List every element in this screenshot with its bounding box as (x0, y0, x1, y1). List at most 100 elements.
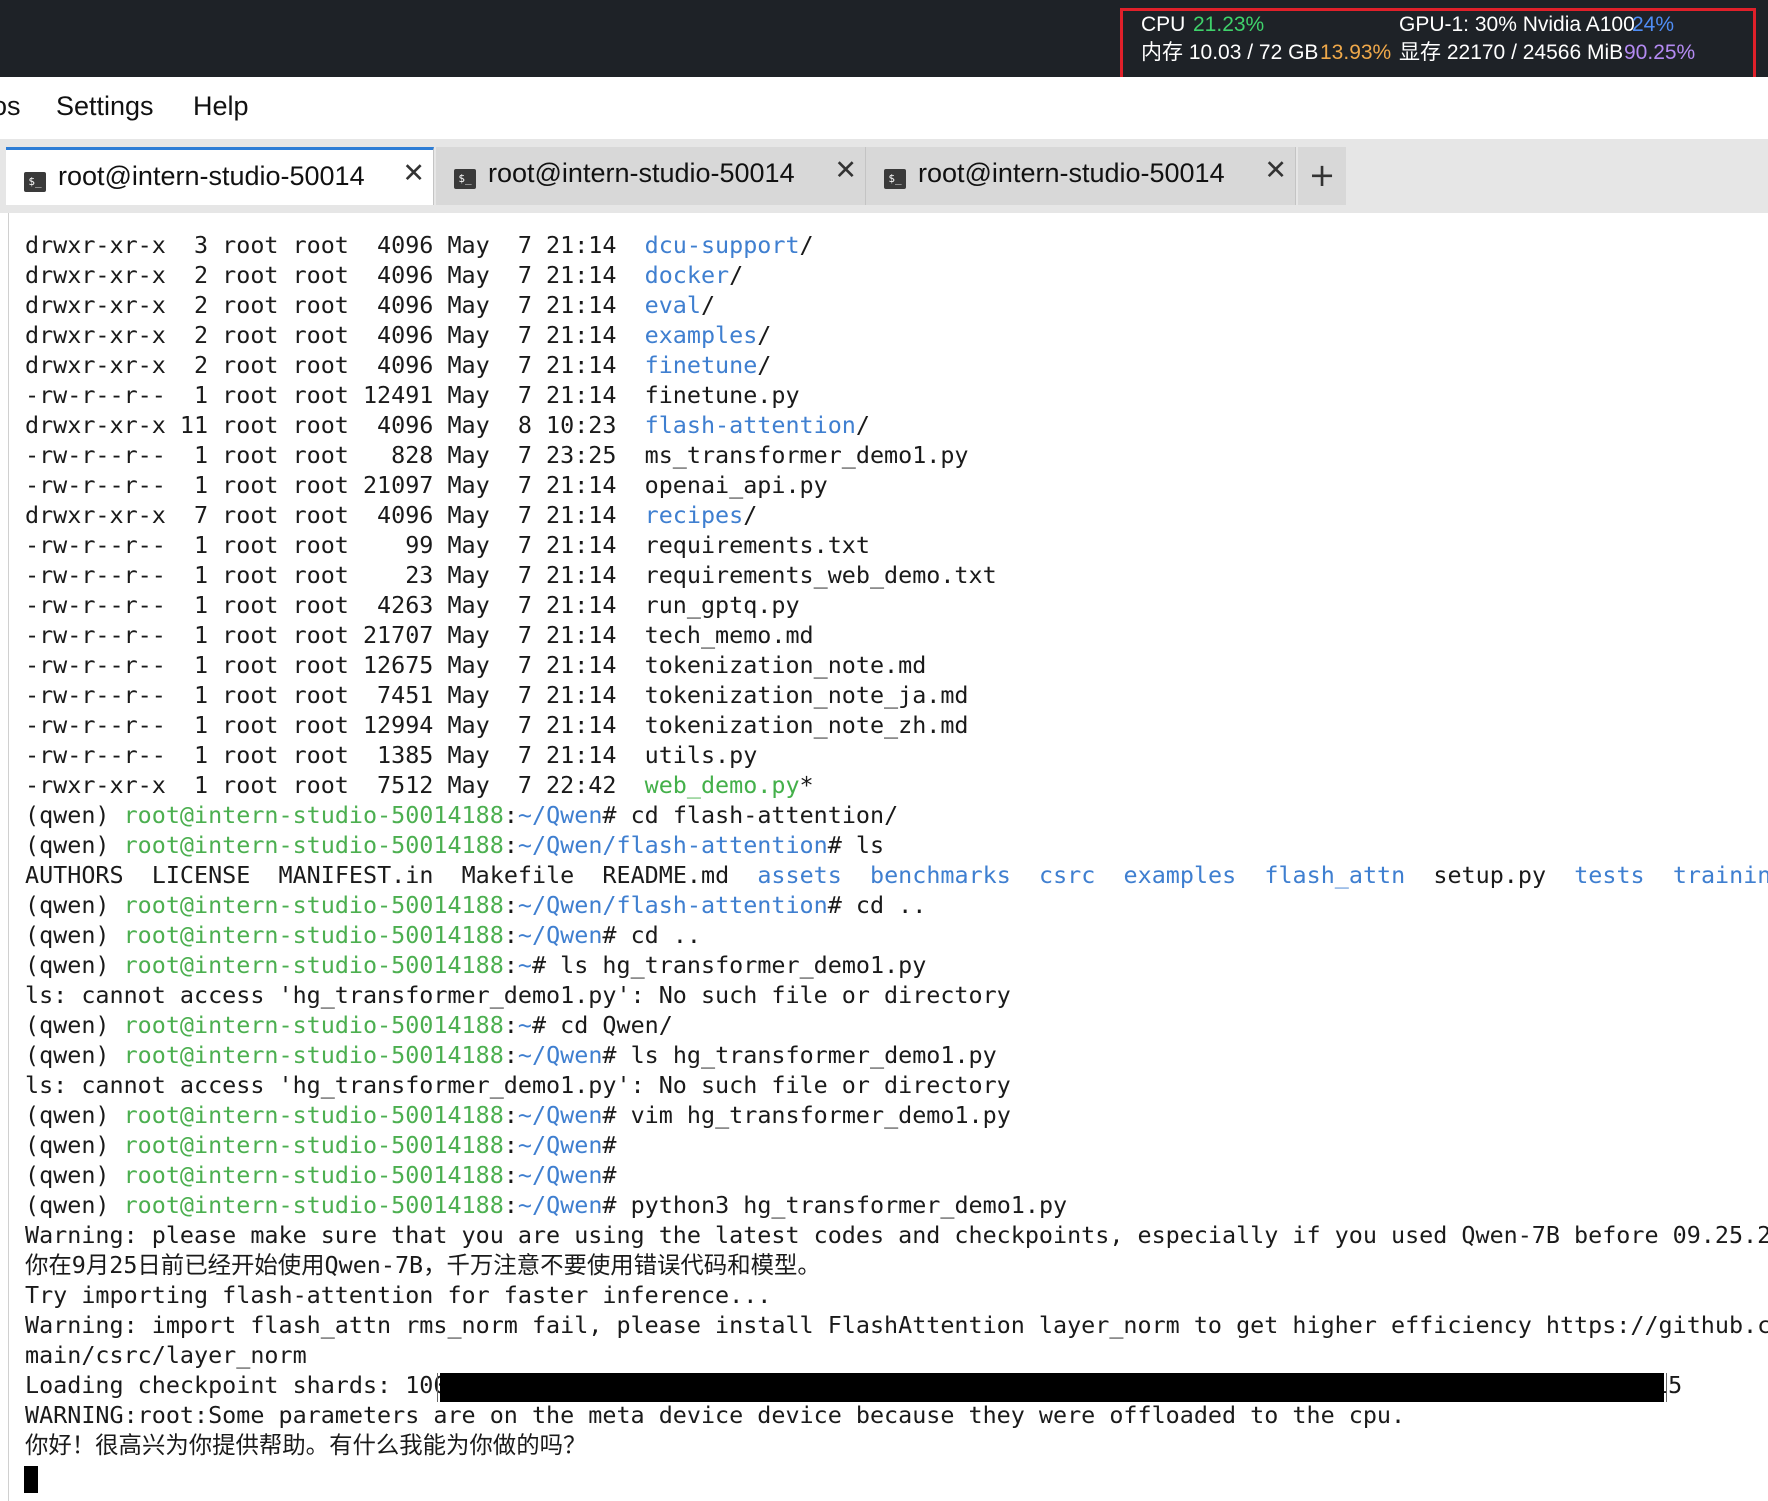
listing-meta: drwxr-xr-x 2 root root 4096 May 7 21:14 (25, 321, 645, 349)
file-name: tech_memo.md (644, 621, 814, 649)
output-text: ls: cannot access 'hg_transformer_demo1.… (25, 981, 1011, 1009)
file-name: README.md (602, 861, 730, 889)
conda-env: (qwen) (25, 1011, 124, 1039)
close-icon[interactable]: ✕ (1264, 155, 1287, 186)
file-name: LICENSE (151, 861, 251, 889)
terminal-icon: $_ (24, 172, 46, 192)
directory-name: flash_attn (1264, 861, 1406, 889)
command-text: python3 hg_transformer_demo1.py (616, 1191, 1068, 1219)
terminal-output[interactable]: drwxr-xr-x 3 root root 4096 May 7 21:14 … (8, 213, 1768, 1501)
listing-meta: drwxr-xr-x 3 root root 4096 May 7 21:14 (25, 231, 645, 259)
close-icon[interactable]: ✕ (402, 158, 425, 189)
prompt-sep: : (503, 1011, 518, 1039)
output-text: 你好！很高兴为你提供帮助。有什么我能为你做的吗？ (25, 1431, 587, 1459)
conda-env: (qwen) (25, 1041, 124, 1069)
conda-env: (qwen) (25, 1131, 124, 1159)
prompt-host: root@intern-studio-50014188 (123, 1041, 504, 1069)
listing-row: -rw-r--r-- 1 root root 1385 May 7 21:14 … (25, 740, 1768, 770)
prompt-sep: : (503, 951, 518, 979)
prompt-host: root@intern-studio-50014188 (123, 1101, 504, 1129)
memory-label: 内存 10.03 / 72 GB (1141, 41, 1319, 64)
menu-item-settings[interactable]: Settings (56, 91, 154, 122)
listing-meta: -rw-r--r-- 1 root root 1385 May 7 21:14 (25, 741, 645, 769)
conda-env: (qwen) (25, 1161, 124, 1189)
file-name: AUTHORS (25, 861, 124, 889)
conda-env: (qwen) (25, 1101, 124, 1129)
dir-suffix: / (743, 501, 758, 529)
dir-suffix: / (799, 231, 814, 259)
directory-name: dcu-support (644, 231, 800, 259)
prompt-sep: : (503, 891, 518, 919)
command-text: ls (841, 831, 885, 859)
output-line: Warning: please make sure that you are u… (25, 1220, 1768, 1250)
listing-row: -rw-r--r-- 1 root root 12491 May 7 21:14… (25, 380, 1768, 410)
output-text: Try importing flash-attention for faster… (25, 1281, 772, 1309)
listing-meta: -rw-r--r-- 1 root root 99 May 7 21:14 (25, 531, 645, 559)
directory-name: examples (644, 321, 758, 349)
listing-meta: drwxr-xr-x 2 root root 4096 May 7 21:14 (25, 351, 645, 379)
directory-name: recipes (644, 501, 744, 529)
ls-output-line: AUTHORS LICENSE MANIFEST.in Makefile REA… (25, 860, 1768, 890)
prompt-sep: : (503, 1101, 518, 1129)
listing-meta: drwxr-xr-x 7 root root 4096 May 7 21:14 (25, 501, 645, 529)
prompt-path: ~/Qwen/flash-attention (517, 831, 828, 859)
command-text: ls hg_transformer_demo1.py (546, 951, 927, 979)
listing-row: -rw-r--r-- 1 root root 23 May 7 21:14 re… (25, 560, 1768, 590)
conda-env: (qwen) (25, 801, 124, 829)
dir-suffix: / (729, 261, 744, 289)
command-text: cd .. (616, 921, 701, 949)
prompt-host: root@intern-studio-50014188 (123, 951, 504, 979)
prompt-line: (qwen) root@intern-studio-50014188:~/Qwe… (25, 1160, 1768, 1190)
listing-row: drwxr-xr-x 2 root root 4096 May 7 21:14 … (25, 290, 1768, 320)
directory-name: tests (1574, 861, 1645, 889)
prompt-line: (qwen) root@intern-studio-50014188:~/Qwe… (25, 830, 1768, 860)
gpu-label: GPU-1: 30% Nvidia A100 (1399, 13, 1635, 36)
exec-suffix: * (799, 771, 814, 799)
prompt-host: root@intern-studio-50014188 (123, 891, 504, 919)
prompt-path: ~ (517, 1011, 532, 1039)
prompt-line: (qwen) root@intern-studio-50014188:~# ls… (25, 950, 1768, 980)
prompt-line: (qwen) root@intern-studio-50014188:~/Qwe… (25, 1190, 1768, 1220)
prompt-path: ~/Qwen/flash-attention (517, 891, 828, 919)
file-name: openai_api.py (644, 471, 828, 499)
listing-row: -rw-r--r-- 1 root root 828 May 7 23:25 m… (25, 440, 1768, 470)
file-name: tokenization_note_zh.md (644, 711, 969, 739)
progress-bar-left-edge (437, 1373, 438, 1402)
listing-meta: -rw-r--r-- 1 root root 4263 May 7 21:14 (25, 591, 645, 619)
new-tab-button[interactable]: + (1298, 147, 1346, 205)
file-name: utils.py (644, 741, 758, 769)
prompt-path: ~/Qwen (517, 1101, 603, 1129)
resource-monitor: CPU 21.23% GPU-1: 30% Nvidia A100 24% 内存… (1120, 8, 1756, 80)
prompt-sep: : (503, 1041, 518, 1069)
prompt-sep: : (503, 1131, 518, 1159)
menu-item-tabs[interactable]: os (0, 91, 21, 122)
close-icon[interactable]: ✕ (834, 155, 857, 186)
directory-name: flash-attention (644, 411, 856, 439)
command-text: ls hg_transformer_demo1.py (616, 1041, 997, 1069)
tab-label: root@intern-studio-50014 (918, 158, 1225, 188)
listing-meta: -rw-r--r-- 1 root root 21097 May 7 21:14 (25, 471, 645, 499)
tab-strip: $_ root@intern-studio-50014 ✕ $_ root@in… (0, 139, 1768, 213)
output-text: ls: cannot access 'hg_transformer_demo1.… (25, 1071, 1011, 1099)
command-text: cd flash-attention/ (616, 801, 899, 829)
directory-name: finetune (644, 351, 758, 379)
output-line: ls: cannot access 'hg_transformer_demo1.… (25, 980, 1768, 1010)
listing-meta: -rw-r--r-- 1 root root 12994 May 7 21:14 (25, 711, 645, 739)
prompt-symbol: # (602, 801, 617, 829)
prompt-host: root@intern-studio-50014188 (123, 1131, 504, 1159)
output-text: 你在9月25日前已经开始使用Qwen-7B，千万注意不要使用错误代码和模型。 (25, 1251, 821, 1279)
prompt-host: root@intern-studio-50014188 (123, 1161, 504, 1189)
output-line: WARNING:root:Some parameters are on the … (25, 1400, 1768, 1430)
listing-meta: -rw-r--r-- 1 root root 7451 May 7 21:14 (25, 681, 645, 709)
tab-terminal-2[interactable]: $_ root@intern-studio-50014 ✕ (436, 147, 866, 205)
output-line: Try importing flash-attention for faster… (25, 1280, 1768, 1310)
progress-bar-right-edge (1666, 1373, 1667, 1402)
tab-terminal-1[interactable]: $_ root@intern-studio-50014 ✕ (6, 147, 434, 205)
output-line: ls: cannot access 'hg_transformer_demo1.… (25, 1070, 1768, 1100)
menu-item-help[interactable]: Help (193, 91, 249, 122)
file-name: run_gptq.py (644, 591, 800, 619)
conda-env: (qwen) (25, 921, 124, 949)
tab-terminal-3[interactable]: $_ root@intern-studio-50014 ✕ (866, 147, 1296, 205)
